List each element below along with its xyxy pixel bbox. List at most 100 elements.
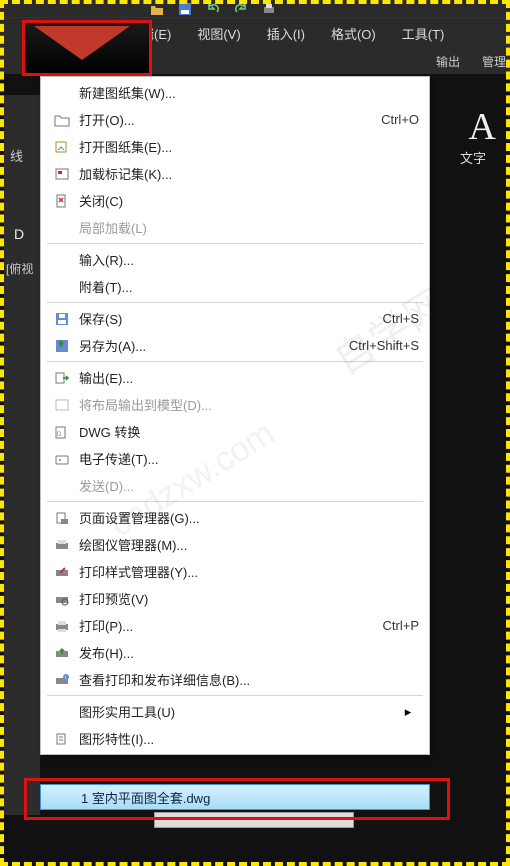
- ribbon-tab-output[interactable]: 输出: [436, 53, 460, 70]
- menu-item-plot-preview[interactable]: 打印预览(V): [41, 585, 429, 612]
- qat-redo-icon[interactable]: [234, 2, 248, 16]
- menu-view[interactable]: 视图(V): [197, 24, 240, 43]
- menu-item-import[interactable]: 输入(R)...: [41, 246, 429, 273]
- label: 局部加载(L): [73, 218, 419, 237]
- label: 打印样式管理器(Y)...: [73, 562, 419, 581]
- label: 附着(T)...: [73, 277, 419, 296]
- label: 新建图纸集(W)...: [73, 83, 419, 102]
- label: 图形特性(I)...: [73, 729, 419, 748]
- qat-open-icon[interactable]: [150, 2, 164, 16]
- label: 打印预览(V): [73, 589, 419, 608]
- menu-tools[interactable]: 工具(T): [402, 24, 445, 43]
- print-icon: [51, 619, 73, 633]
- markset-icon: [51, 167, 73, 181]
- label: 打开图纸集(E)...: [73, 137, 419, 156]
- save-as-icon: [51, 339, 73, 353]
- qat-plot-icon[interactable]: [262, 2, 276, 16]
- menu-item-page-setup[interactable]: 页面设置管理器(G)...: [41, 504, 429, 531]
- label: 打印(P)...: [73, 616, 383, 635]
- ribbon-tab-manage[interactable]: 管理: [482, 53, 506, 70]
- label: 保存(S): [73, 309, 383, 328]
- etransmit-icon: [51, 452, 73, 466]
- menu-footer-bar: [154, 812, 354, 828]
- menu-item-etransmit[interactable]: 电子传递(T)...: [41, 445, 429, 472]
- sheetset-open-icon: [51, 140, 73, 154]
- export-icon: [51, 371, 73, 385]
- label: 电子传递(T)...: [73, 449, 419, 468]
- menu-item-close[interactable]: 关闭(C): [41, 187, 429, 214]
- plotter-icon: [51, 538, 73, 552]
- qat-save-icon[interactable]: [178, 2, 192, 16]
- menu-item-open[interactable]: 打开(O)... Ctrl+O: [41, 106, 429, 133]
- label: 另存为(A)...: [73, 336, 349, 355]
- shortcut: Ctrl+P: [383, 618, 419, 633]
- menu-item-partial-load: 局部加载(L): [41, 214, 429, 241]
- menu-item-export-layout: 将布局输出到模型(D)...: [41, 391, 429, 418]
- menu-separator: [47, 243, 423, 244]
- page-setup-icon: [51, 511, 73, 525]
- folder-open-icon: [51, 113, 73, 127]
- menu-item-drawing-properties[interactable]: 图形特性(I)...: [41, 725, 429, 752]
- menu-separator: [47, 695, 423, 696]
- menu-item-dwg-convert[interactable]: D DWG 转换: [41, 418, 429, 445]
- menu-item-export[interactable]: 输出(E)...: [41, 364, 429, 391]
- dwg-convert-icon: D: [51, 425, 73, 439]
- plot-style-icon: [51, 565, 73, 579]
- quick-access-toolbar: [0, 0, 510, 18]
- menu-item-new-sheetset[interactable]: 新建图纸集(W)...: [41, 79, 429, 106]
- label: 输出(E)...: [73, 368, 419, 387]
- save-icon: [51, 312, 73, 326]
- recent-file-item[interactable]: 1 室内平面图全套.dwg: [40, 784, 430, 810]
- menu-item-drawing-utilities[interactable]: 图形实用工具(U) ▸: [41, 698, 429, 725]
- shortcut: Ctrl+Shift+S: [349, 338, 419, 353]
- menu-format[interactable]: 格式(O): [331, 24, 376, 43]
- label: 绘图仪管理器(M)...: [73, 535, 419, 554]
- submenu-arrow-icon: ▸: [397, 704, 419, 720]
- menu-item-send: 发送(D)...: [41, 472, 429, 499]
- menu-item-plotter-manager[interactable]: 绘图仪管理器(M)...: [41, 531, 429, 558]
- menu-item-plot[interactable]: 打印(P)... Ctrl+P: [41, 612, 429, 639]
- menu-item-attach[interactable]: 附着(T)...: [41, 273, 429, 300]
- dark-sidebar: [4, 95, 40, 815]
- label: 发送(D)...: [73, 476, 419, 495]
- svg-text:i: i: [65, 675, 66, 681]
- label: 页面设置管理器(G)...: [73, 508, 419, 527]
- label: 加载标记集(K)...: [73, 164, 419, 183]
- export-layout-icon: [51, 398, 73, 412]
- menu-insert[interactable]: 插入(I): [267, 24, 305, 43]
- sidebar-line-label: 线: [10, 146, 23, 165]
- text-panel-label: 文字: [460, 148, 486, 167]
- label: DWG 转换: [73, 422, 419, 441]
- plot-preview-icon: [51, 592, 73, 606]
- viewcube-label: [俯视: [6, 260, 33, 277]
- label: 图形实用工具(U): [73, 702, 397, 721]
- label: 打开(O)...: [73, 110, 381, 129]
- recent-file-label: 1 室内平面图全套.dwg: [81, 788, 210, 807]
- shortcut: Ctrl+O: [381, 112, 419, 127]
- label: 发布(H)...: [73, 643, 419, 662]
- plot-details-icon: i: [51, 673, 73, 687]
- sidebar-d-label: D: [14, 226, 24, 242]
- menu-separator: [47, 501, 423, 502]
- publish-icon: [51, 646, 73, 660]
- close-doc-icon: [51, 194, 73, 208]
- label: 将布局输出到模型(D)...: [73, 395, 419, 414]
- menu-item-load-markset[interactable]: 加载标记集(K)...: [41, 160, 429, 187]
- menu-item-view-plot-details[interactable]: i 查看打印和发布详细信息(B)...: [41, 666, 429, 693]
- menu-item-save-as[interactable]: 另存为(A)... Ctrl+Shift+S: [41, 332, 429, 359]
- text-panel-glyph[interactable]: A: [469, 105, 496, 149]
- label: 输入(R)...: [73, 250, 419, 269]
- menu-item-publish[interactable]: 发布(H)...: [41, 639, 429, 666]
- label: 查看打印和发布详细信息(B)...: [73, 670, 419, 689]
- menu-separator: [47, 302, 423, 303]
- menu-separator: [47, 361, 423, 362]
- qat-undo-icon[interactable]: [206, 2, 220, 16]
- menu-item-plot-style-manager[interactable]: 打印样式管理器(Y)...: [41, 558, 429, 585]
- app-menu-chevron-icon[interactable]: [34, 26, 130, 60]
- svg-text:D: D: [57, 432, 62, 438]
- menu-item-save[interactable]: 保存(S) Ctrl+S: [41, 305, 429, 332]
- shortcut: Ctrl+S: [383, 311, 419, 326]
- menu-item-open-sheetset[interactable]: 打开图纸集(E)...: [41, 133, 429, 160]
- properties-icon: [51, 732, 73, 746]
- file-menu: 新建图纸集(W)... 打开(O)... Ctrl+O 打开图纸集(E)... …: [40, 76, 430, 755]
